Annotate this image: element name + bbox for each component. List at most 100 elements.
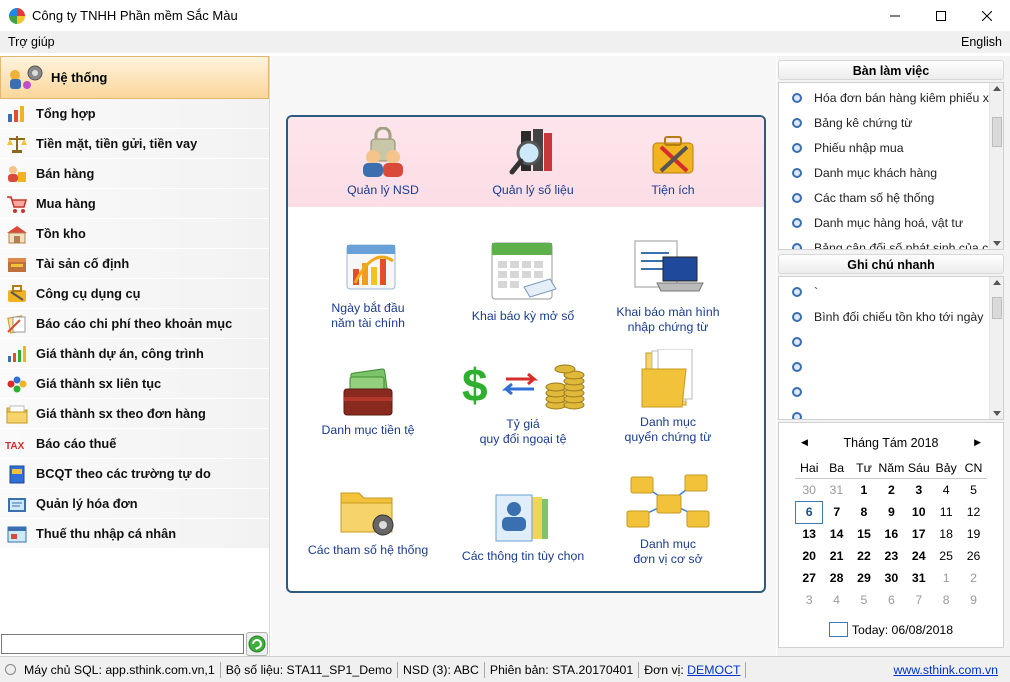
quicknotes-scrollbar[interactable]	[989, 277, 1003, 419]
calendar-next-icon[interactable]: ▶	[974, 437, 981, 448]
sidebar-item-folder[interactable]: Giá thành sx theo đơn hàng	[0, 399, 269, 429]
sidebar-item-book[interactable]: BCQT theo các trường tự do	[0, 459, 269, 489]
list-item[interactable]	[779, 354, 1003, 379]
tile-utilities[interactable]: Tiện ích	[598, 127, 748, 198]
calendar-day[interactable]: 9	[878, 501, 905, 523]
sidebar-item-invoice[interactable]: Quản lý hóa đơn	[0, 489, 269, 519]
calendar-day[interactable]: 4	[823, 589, 850, 611]
tile-data-management[interactable]: Quản lý số liệu	[458, 127, 608, 198]
calendar-day[interactable]: 30	[796, 479, 823, 501]
calendar-day[interactable]: 8	[850, 501, 877, 523]
calendar-day[interactable]: 1	[932, 567, 959, 589]
sidebar-item-sales[interactable]: Bán hàng	[0, 159, 269, 189]
calendar-day[interactable]: 6	[878, 589, 905, 611]
list-item[interactable]	[779, 329, 1003, 354]
list-item[interactable]: `	[779, 279, 1003, 304]
sidebar-item-summary[interactable]: Tổng hợp	[0, 99, 269, 129]
tile-entry-screen[interactable]: Khai báo màn hình nhập chứng từ	[593, 239, 743, 335]
sidebar-item-cost-report[interactable]: Báo cáo chi phí theo khoản mục	[0, 309, 269, 339]
website-link[interactable]: www.sthink.com.vn	[893, 663, 998, 677]
sidebar-item-asset[interactable]: Tài sản cố định	[0, 249, 269, 279]
sidebar-item-tax[interactable]: TAX Báo cáo thuế	[0, 429, 269, 459]
calendar-day-today[interactable]: 6	[794, 500, 824, 524]
calendar-day[interactable]: 7	[823, 501, 850, 523]
calendar-day[interactable]: 29	[850, 567, 877, 589]
calendar-day[interactable]: 8	[932, 589, 959, 611]
menu-help[interactable]: Trợ giúp	[8, 35, 55, 49]
tile-fiscal-start[interactable]: Ngày bắt đầu năm tài chính	[293, 239, 443, 331]
tile-exchange-rate[interactable]: $ Tỷ giá quy đổi ngoại tệ	[448, 355, 598, 447]
list-item[interactable]: Bảng cân đối số phát sinh của c	[779, 235, 1003, 249]
calendar-day[interactable]: 26	[960, 545, 987, 567]
minimize-button[interactable]	[872, 0, 918, 31]
calendar-day[interactable]: 13	[796, 523, 823, 545]
calendar-day[interactable]: 5	[850, 589, 877, 611]
workspace-scrollbar[interactable]	[989, 83, 1003, 249]
sidebar-item-cart[interactable]: Mua hàng	[0, 189, 269, 219]
calendar-day[interactable]: 2	[878, 479, 905, 501]
list-item[interactable]	[779, 404, 1003, 419]
tile-system-parameters[interactable]: Các tham số hệ thống	[293, 483, 443, 558]
calendar-day[interactable]: 30	[878, 567, 905, 589]
calendar-day[interactable]: 7	[905, 589, 932, 611]
calendar-day[interactable]: 5	[960, 479, 987, 501]
tile-optional-info[interactable]: Các thông tin tùy chọn	[448, 493, 598, 564]
sidebar-item-personal-tax[interactable]: Thuế thu nhập cá nhân	[0, 519, 269, 549]
calendar-prev-icon[interactable]: ◀	[801, 437, 808, 448]
calendar-day[interactable]: 14	[823, 523, 850, 545]
calendar-day[interactable]: 28	[823, 567, 850, 589]
list-item[interactable]: Danh mục khách hàng	[779, 160, 1003, 185]
calendar-day[interactable]: 9	[960, 589, 987, 611]
tile-currency-list[interactable]: Danh mục tiền tệ	[293, 367, 443, 438]
list-item[interactable]: Bình đối chiếu tồn kho tới ngày	[779, 304, 1003, 329]
calendar-day[interactable]: 17	[905, 523, 932, 545]
menu-language[interactable]: English	[961, 35, 1002, 49]
calendar-day[interactable]: 18	[932, 523, 959, 545]
tile-user-management[interactable]: Quản lý NSD	[308, 127, 458, 198]
calendar-day[interactable]: 11	[932, 501, 959, 523]
calendar-day[interactable]: 31	[823, 479, 850, 501]
calendar-day[interactable]: 21	[823, 545, 850, 567]
list-item[interactable]: Bảng kê chứng từ	[779, 110, 1003, 135]
calendar-day[interactable]: 25	[932, 545, 959, 567]
list-item[interactable]	[779, 379, 1003, 404]
sidebar-item-bar-chart[interactable]: Giá thành dự án, công trình	[0, 339, 269, 369]
calendar-day[interactable]: 1	[850, 479, 877, 501]
list-item[interactable]: Phiếu nhập mua	[779, 135, 1003, 160]
scroll-thumb[interactable]	[992, 297, 1002, 319]
scroll-up-icon[interactable]	[993, 86, 1001, 91]
tile-open-period[interactable]: Khai báo kỳ mở sổ	[448, 239, 598, 324]
sidebar-item-warehouse[interactable]: Tồn kho	[0, 219, 269, 249]
calendar-day[interactable]: 3	[796, 589, 823, 611]
tile-base-units[interactable]: Danh mục đơn vị cơ sở	[593, 473, 743, 567]
sidebar-item-tools[interactable]: Công cụ dụng cụ	[0, 279, 269, 309]
scroll-up-icon[interactable]	[993, 280, 1001, 285]
calendar-day[interactable]: 2	[960, 567, 987, 589]
calendar-day[interactable]: 31	[905, 567, 932, 589]
scroll-down-icon[interactable]	[993, 411, 1001, 416]
calendar-day[interactable]: 12	[960, 501, 987, 523]
list-item[interactable]: Danh mục hàng hoá, vật tư	[779, 210, 1003, 235]
scroll-thumb[interactable]	[992, 117, 1002, 147]
close-button[interactable]	[964, 0, 1010, 31]
calendar-day[interactable]: 3	[905, 479, 932, 501]
maximize-button[interactable]	[918, 0, 964, 31]
list-item[interactable]: Hóa đơn bán hàng kiêm phiếu x	[779, 85, 1003, 110]
status-unit-link[interactable]: DEMOCT	[687, 663, 740, 677]
calendar-day[interactable]: 16	[878, 523, 905, 545]
calendar-day[interactable]: 10	[905, 501, 932, 523]
calendar-today-link[interactable]: Today: 06/08/2018	[779, 622, 1003, 637]
sidebar-item-molecule[interactable]: Giá thành sx liên tục	[0, 369, 269, 399]
list-item[interactable]: Các tham số hệ thống	[779, 185, 1003, 210]
calendar-day[interactable]: 23	[878, 545, 905, 567]
calendar-day[interactable]: 22	[850, 545, 877, 567]
calendar-day[interactable]: 20	[796, 545, 823, 567]
scroll-down-icon[interactable]	[993, 241, 1001, 246]
tile-voucher-books[interactable]: Danh mục quyển chứng từ	[593, 349, 743, 445]
calendar-day[interactable]: 19	[960, 523, 987, 545]
sidebar-search-input[interactable]	[1, 634, 244, 654]
calendar-day[interactable]: 27	[796, 567, 823, 589]
calendar-day[interactable]: 24	[905, 545, 932, 567]
sidebar-item-system[interactable]: Hệ thống	[0, 56, 269, 99]
calendar-day[interactable]: 15	[850, 523, 877, 545]
